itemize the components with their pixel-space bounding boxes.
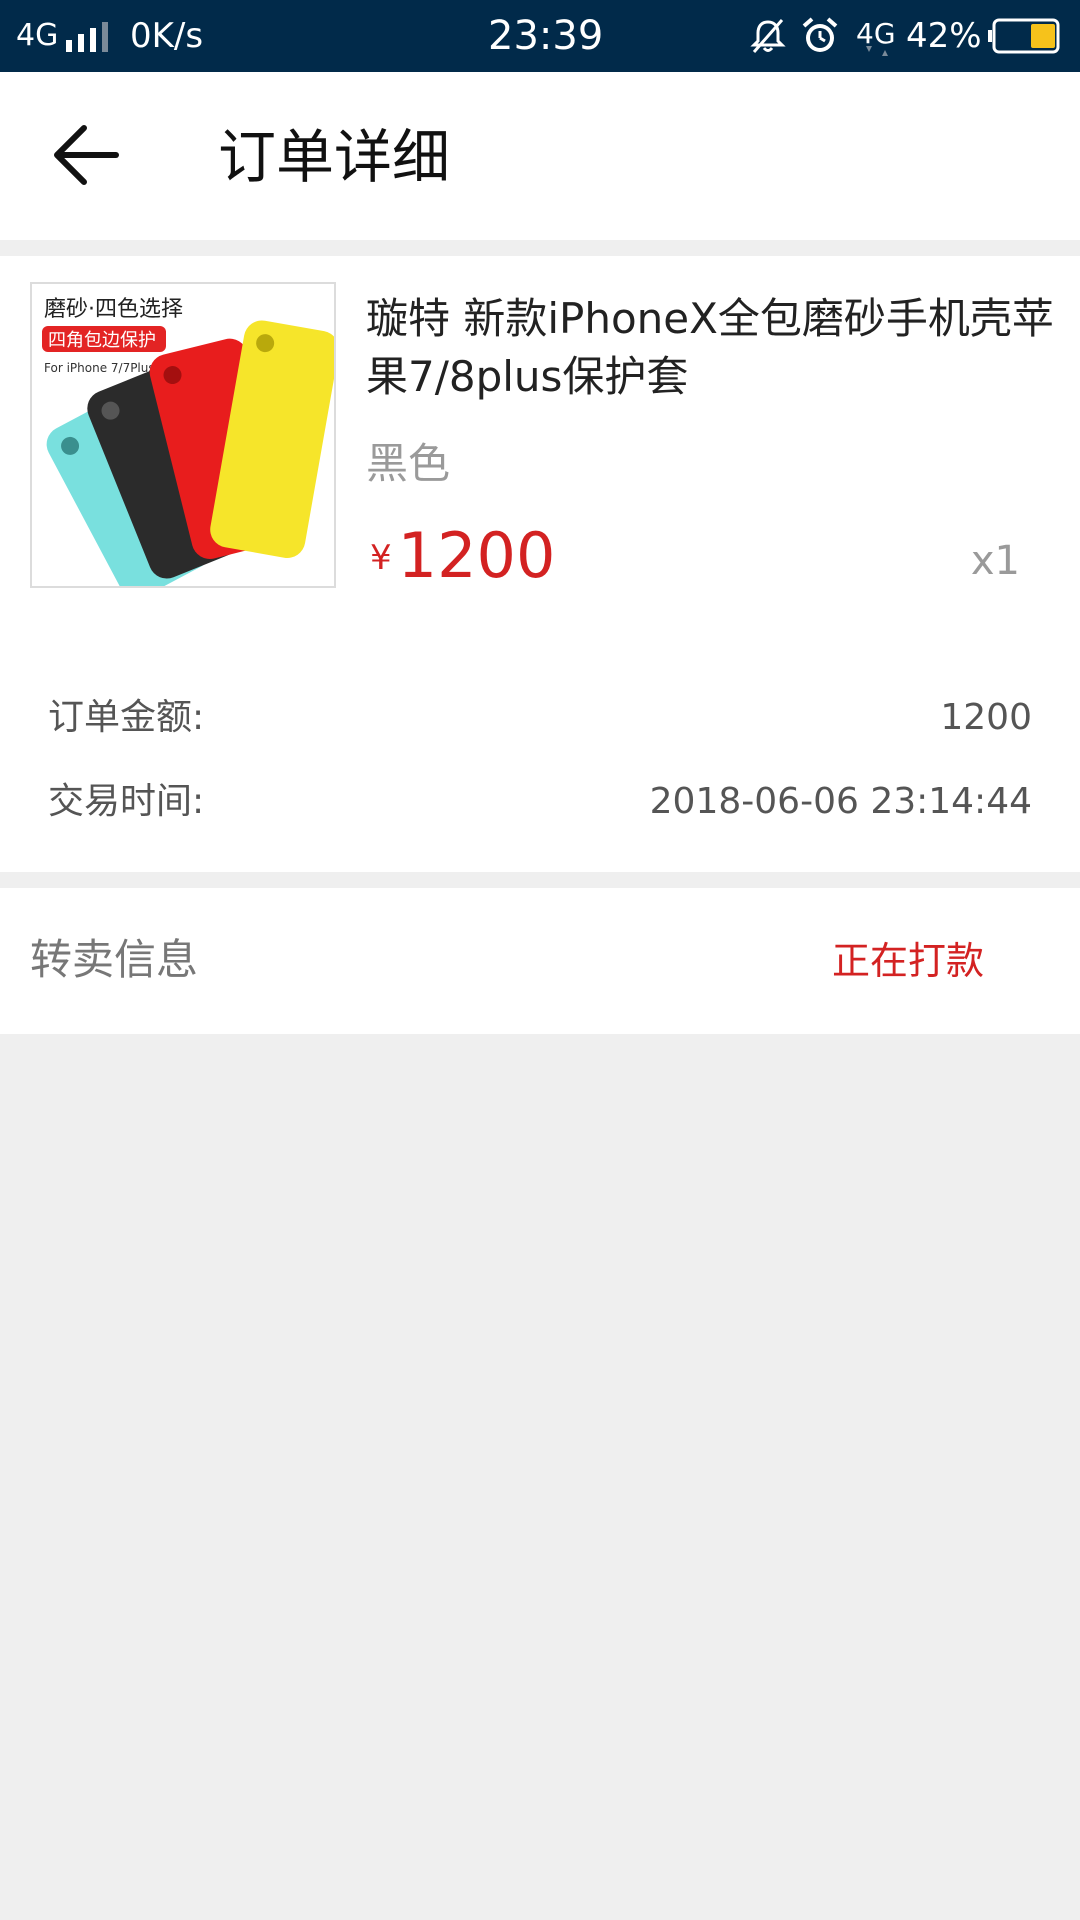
- network-speed: 0K/s: [130, 16, 204, 56]
- currency-symbol: ¥: [370, 538, 392, 578]
- image-text-line1: 磨砂·四色选择: [44, 297, 183, 322]
- battery-icon: [988, 18, 1060, 54]
- resale-info-row[interactable]: 转卖信息 正在打款: [0, 888, 1080, 1034]
- alarm-icon: [802, 17, 838, 52]
- network-type: 4G: [16, 18, 59, 53]
- mute-bell-icon: [750, 19, 786, 53]
- resale-status: 正在打款: [831, 939, 984, 983]
- data-arrows-icon: [866, 46, 888, 56]
- order-amount-label: 订单金额:: [48, 697, 205, 738]
- image-badge: 四角包边保护: [48, 330, 156, 351]
- order-amount-row: 订单金额: 1200: [48, 688, 1032, 748]
- resale-info-label: 转卖信息: [30, 935, 199, 984]
- clock: 23:39: [488, 13, 604, 59]
- trade-time-value: 2018-06-06 23:14:44: [649, 781, 1032, 822]
- product-quantity: x1: [970, 538, 1020, 584]
- back-arrow-icon[interactable]: [40, 110, 130, 200]
- image-text-line3: For iPhone 7/7Plus: [44, 361, 155, 375]
- trade-time-label: 交易时间:: [48, 781, 205, 822]
- order-amount-value: 1200: [940, 697, 1032, 738]
- app-header: 订单详细: [0, 72, 1080, 240]
- status-bar: 4G 0K/s 23:39 4G 42%: [0, 0, 1080, 72]
- product-variant: 黑色: [366, 439, 451, 488]
- product-price: ¥1200: [370, 514, 555, 598]
- product-title[interactable]: 璇特 新款iPhoneX全包磨砂手机壳苹果7/8plus保护套: [366, 290, 1056, 406]
- price-value: 1200: [397, 519, 556, 592]
- product-image[interactable]: 磨砂·四色选择 四角包边保护 For iPhone 7/7Plus: [30, 282, 336, 588]
- battery-percent: 42%: [906, 16, 982, 56]
- signal-icon: [66, 22, 108, 52]
- trade-time-row: 交易时间: 2018-06-06 23:14:44: [48, 772, 1032, 832]
- phone-case-illustration: 磨砂·四色选择 四角包边保护 For iPhone 7/7Plus: [32, 284, 334, 586]
- page-title: 订单详细: [218, 123, 451, 191]
- order-card: 磨砂·四色选择 四角包边保护 For iPhone 7/7Plus 璇特 新款i…: [0, 256, 1080, 872]
